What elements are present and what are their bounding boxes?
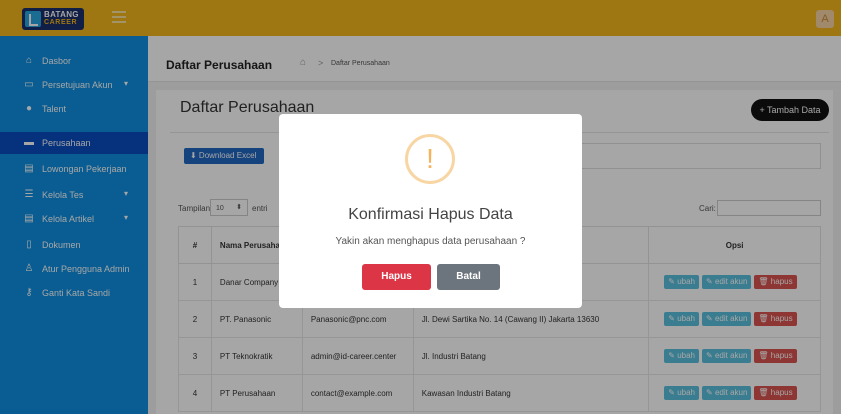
dialog-title: Konfirmasi Hapus Data <box>348 206 513 223</box>
cancel-button[interactable]: Batal <box>437 264 500 290</box>
dialog-message: Yakin akan menghapus data perusahaan ? <box>335 236 526 247</box>
modal-backdrop[interactable]: ! Konfirmasi Hapus Data Yakin akan mengh… <box>0 0 841 414</box>
confirm-delete-button[interactable]: Hapus <box>362 264 431 290</box>
warning-icon: ! <box>405 134 455 184</box>
confirm-delete-dialog: ! Konfirmasi Hapus Data Yakin akan mengh… <box>279 114 582 308</box>
